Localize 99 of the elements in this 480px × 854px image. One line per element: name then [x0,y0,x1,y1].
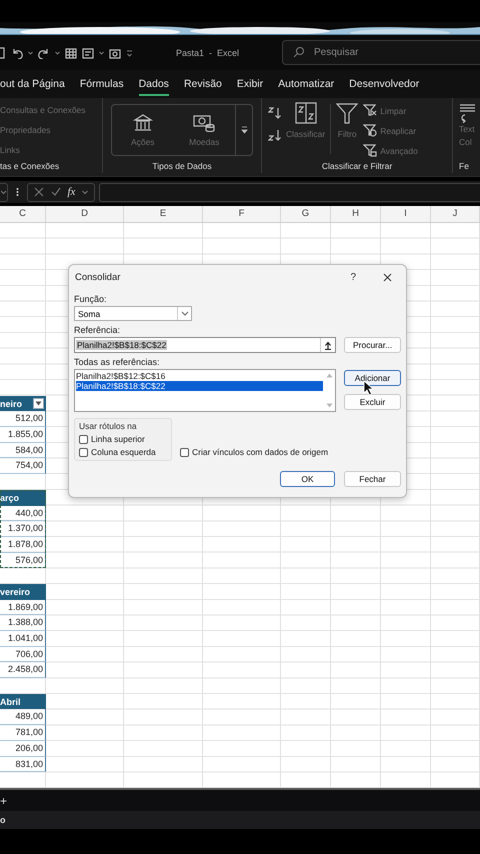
table-cell: 584,00 [0,442,46,458]
checkbox[interactable] [79,434,88,444]
table-cell: 706,00 [0,646,46,662]
ribbon-tab[interactable]: Exibir [236,72,264,96]
ribbon-tab[interactable]: out da Página [0,72,65,96]
group-label: Tipos de Dados [151,160,213,173]
funnel-icon [363,144,378,157]
cursor-icon [363,380,374,396]
arrow-up-icon [324,340,332,350]
more-icon [16,187,19,197]
column-header[interactable]: E [124,206,203,222]
table-cell: 512,00 [0,411,46,428]
ribbon-tab[interactable]: Automatizar [278,72,334,96]
close-button[interactable]: Fechar [344,471,401,487]
sort-button[interactable] [268,129,281,141]
redo-icon[interactable] [38,46,50,58]
add-sheet-button[interactable]: + [0,794,8,808]
reference-field[interactable]: Planilha2!$B$18:$C$22 [74,337,336,353]
scroll-up-icon [326,373,332,378]
table-cell: 2.458,00 [0,662,46,678]
camera-icon[interactable] [109,46,121,58]
scroll-down-icon [326,403,332,408]
delete-button[interactable]: Excluir [344,394,401,410]
name-box[interactable] [0,182,8,202]
table-header: neiro [0,398,22,409]
table-cell: 831,00 [0,756,46,772]
save-icon[interactable] [0,46,6,58]
status-text: o [0,815,6,825]
references-list[interactable]: Planilha2!$B$12:$C$16 Planilha2!$B$18:$C$22 [74,369,336,412]
browse-button[interactable]: Procurar... [344,337,401,353]
function-dropdown[interactable]: Soma [74,306,192,321]
bank-icon [132,114,153,132]
field-label: Função: [74,293,107,305]
group-label: tas e Conexões [0,160,60,173]
table-cell: 576,00 [0,552,46,568]
group-title: Usar rótulos na [79,421,138,431]
column-header[interactable]: D [46,206,124,222]
table-cell: 754,00 [0,458,46,474]
search-icon [293,46,305,58]
table-header: arço [0,492,20,503]
column-header[interactable]: F [203,206,281,222]
table-cell: 489,00 [0,709,46,726]
table-cell: 1.855,00 [0,427,46,443]
cancel-icon[interactable] [34,187,44,197]
table-cell: 1.370,00 [0,521,46,537]
funnel-icon [363,104,378,117]
column-header[interactable]: C [0,206,46,222]
form-icon[interactable] [82,46,94,58]
table-icon[interactable] [65,46,77,58]
table-cell: 440,00 [0,506,46,522]
field-label: Referência: [74,324,120,336]
column-header[interactable]: I [381,206,431,222]
table-cell: 1.869,00 [0,600,46,616]
group-label: Fe [458,160,470,173]
ribbon-tab[interactable]: Dados [138,72,169,96]
list-item[interactable]: Planilha2!$B$12:$C$16 [76,371,323,381]
table-cell: 1.041,00 [0,631,46,647]
checkbox-label: Criar vínculos com dados de origem [192,447,328,457]
funnel-icon [336,102,358,124]
formula-input[interactable] [99,182,480,202]
checkbox[interactable] [180,448,189,456]
table-header: Abril [0,696,21,707]
close-icon[interactable] [383,272,392,282]
sort-button[interactable] [268,107,281,119]
checkbox[interactable] [79,448,88,456]
document-title: Pasta1 - Excel [176,48,240,58]
search-field[interactable]: Pesquisar [282,40,480,65]
table-header: vereiro [0,586,30,597]
caret-icon[interactable] [82,188,88,196]
insert-function-button[interactable]: fx [68,186,76,198]
ribbon-tab[interactable]: Revisão [184,72,222,96]
filter-button[interactable] [33,398,44,410]
checkbox-label: Linha superior [91,434,145,444]
column-header[interactable]: J [431,206,480,222]
table-cell: 1.878,00 [0,536,46,553]
table-cell: 1.388,00 [0,615,46,631]
caret-icon [240,126,248,134]
dialog-title: Consolidar [75,272,122,282]
sort-icon [294,102,317,124]
checkbox-label: Coluna esquerda [91,447,156,457]
undo-icon[interactable] [11,46,23,58]
column-header[interactable]: H [331,206,381,222]
help-button[interactable]: ? [350,272,356,282]
column-header[interactable]: G [281,206,331,222]
table-cell: 781,00 [0,725,46,741]
caret-icon [35,401,42,406]
table-cell: 206,00 [0,740,46,756]
caret-icon [180,310,188,316]
ribbon-tab[interactable]: Desenvolvedor [349,72,420,96]
ok-button[interactable]: OK [280,471,335,487]
field-label: Todas as referências: [74,356,160,368]
group-label: Classificar e Filtrar [320,160,394,173]
funnel-icon [363,124,378,137]
list-item[interactable]: Planilha2!$B$18:$C$22 [76,381,323,391]
money-icon [193,114,216,132]
add-button[interactable]: Adicionar [344,370,401,386]
enter-icon[interactable] [50,187,60,197]
ribbon-tab[interactable]: Fórmulas [80,72,124,96]
text-columns-icon[interactable] [459,103,475,123]
